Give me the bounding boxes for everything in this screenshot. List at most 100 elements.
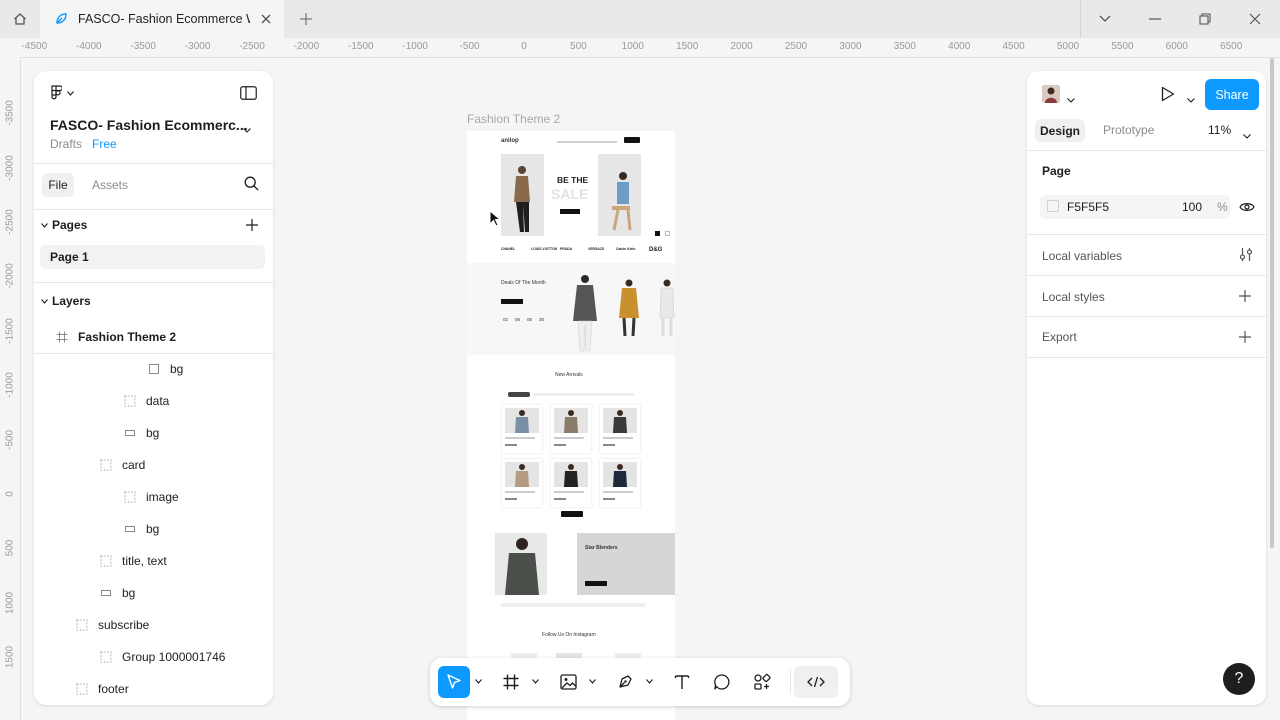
ruler-tick-label: -3500 [130, 41, 156, 52]
product-image [603, 408, 637, 433]
tab-prototype[interactable]: Prototype [1103, 123, 1154, 137]
chevron-down-icon[interactable] [1243, 126, 1251, 144]
layer-item[interactable]: bg [122, 421, 159, 445]
tab-assets[interactable]: Assets [92, 178, 128, 192]
layer-item[interactable]: card [98, 453, 145, 477]
chevron-down-icon[interactable] [532, 679, 539, 684]
chevron-down-icon[interactable] [475, 679, 482, 684]
share-button[interactable]: Share [1205, 79, 1259, 110]
eye-icon[interactable] [1239, 200, 1255, 218]
product-price [603, 498, 615, 500]
scrollbar[interactable] [1270, 58, 1274, 548]
layer-item[interactable]: image [122, 485, 179, 509]
file-name[interactable]: FASCO- Fashion Ecommerc... [50, 117, 248, 133]
vertical-ruler: -3500 -3000 -2500 -2000 -1500 -1000 -500 0 500 10… [0, 57, 21, 720]
ruler-tick-label: -1000 [402, 41, 428, 52]
dev-mode-toggle[interactable] [794, 666, 838, 698]
fill-opacity[interactable]: 100 [1182, 200, 1202, 214]
new-tab-icon[interactable] [296, 9, 316, 29]
window-close-icon[interactable] [1245, 9, 1265, 29]
layer-item[interactable]: data [122, 389, 169, 413]
chevron-down-icon[interactable] [646, 679, 653, 684]
layers-header[interactable]: Layers [38, 294, 91, 308]
move-icon [447, 674, 461, 689]
move-tool-button[interactable] [438, 666, 470, 698]
product-image [554, 408, 588, 433]
product-card [502, 459, 542, 507]
layer-name: footer [98, 682, 129, 696]
tab-file[interactable]: File [42, 173, 74, 197]
brand-label: PRADA [560, 247, 573, 251]
pen-tool-button[interactable] [609, 666, 641, 698]
layer-item[interactable]: title, text [98, 549, 167, 573]
plus-icon[interactable] [1239, 330, 1251, 348]
chevron-down-icon[interactable] [589, 679, 596, 684]
brand-label: Calvin Klein [616, 247, 636, 251]
product-meta [603, 437, 633, 439]
actions-tool-button[interactable] [746, 666, 778, 698]
product-meta [554, 491, 584, 493]
minimize-icon[interactable] [1145, 9, 1165, 29]
browser-tab[interactable]: FASCO- Fashion Ecommerce Website [40, 0, 284, 38]
local-styles-label[interactable]: Local styles [1042, 290, 1105, 304]
zoom-level[interactable]: 11% [1208, 123, 1231, 137]
image-icon [559, 674, 577, 690]
export-label[interactable]: Export [1042, 330, 1077, 344]
frame-label[interactable]: Fashion Theme 2 [467, 112, 560, 126]
layer-item[interactable]: footer [74, 677, 129, 701]
ruler-tick-label: 1500 [676, 41, 699, 52]
drafts-link[interactable]: Drafts [50, 137, 82, 151]
present-play-icon[interactable] [1161, 86, 1175, 107]
chevron-down-icon[interactable] [243, 120, 251, 138]
local-variables-label[interactable]: Local variables [1042, 249, 1122, 263]
pages-header[interactable]: Pages [38, 218, 87, 232]
chevron-down-icon[interactable] [1067, 90, 1075, 108]
pages-label: Pages [52, 218, 88, 232]
ruler-tick-label: -3000 [184, 41, 211, 52]
window-separator [1080, 0, 1081, 38]
add-page-icon[interactable] [246, 218, 258, 236]
color-swatch[interactable] [1047, 200, 1059, 212]
search-icon[interactable] [244, 176, 259, 196]
group-icon [74, 617, 90, 633]
layer-item[interactable]: bg [122, 517, 159, 541]
toggle-sidebar-icon[interactable] [240, 86, 257, 105]
layer-item[interactable]: Fashion Theme 2 [54, 325, 176, 349]
chevron-down-icon[interactable] [1187, 90, 1195, 108]
avatar[interactable] [1042, 85, 1060, 103]
home-icon[interactable] [0, 0, 40, 38]
text-tool-button[interactable] [666, 666, 698, 698]
group-icon [98, 457, 114, 473]
ruler-tick-label: -2500 [239, 41, 265, 52]
plus-icon[interactable] [1239, 289, 1251, 307]
image-tool-button[interactable] [552, 666, 584, 698]
ruler-tick-label: 1000 [4, 591, 16, 614]
layer-name: card [122, 458, 146, 472]
help-button[interactable]: ? [1223, 663, 1255, 695]
deals-counter: 06 [515, 317, 521, 322]
brand-label: LOUIS VUITTON [531, 247, 558, 251]
ruler-tick-label: 1000 [621, 41, 644, 52]
ruler-tick-label: 5500 [1111, 41, 1134, 52]
frame-tool-button[interactable] [495, 666, 527, 698]
restore-icon[interactable] [1195, 9, 1215, 29]
close-icon[interactable] [258, 11, 274, 27]
chevron-down-icon[interactable] [1095, 9, 1115, 29]
deals-title: Deals Of The Month [501, 280, 546, 286]
star-title: Star Blenders [585, 545, 618, 551]
layer-item[interactable]: bg [98, 581, 135, 605]
ruler-tick-label: -2000 [293, 41, 320, 52]
fill-hex[interactable]: F5F5F5 [1067, 200, 1109, 214]
plan-badge[interactable]: Free [92, 137, 117, 151]
main-menu-button[interactable] [50, 85, 74, 101]
design-logo: anilop [501, 138, 519, 144]
layer-item[interactable]: Group 1000001746 [98, 645, 225, 669]
variables-icon[interactable] [1239, 247, 1253, 267]
layer-item[interactable]: bg [146, 357, 183, 381]
page-fill-field[interactable]: F5F5F5 100 % [1040, 195, 1230, 219]
product-price [554, 444, 566, 446]
comment-tool-button[interactable] [706, 666, 738, 698]
layer-item[interactable]: subscribe [74, 613, 149, 637]
page-item[interactable]: Page 1 [40, 245, 265, 269]
tab-design[interactable]: Design [1035, 119, 1085, 142]
